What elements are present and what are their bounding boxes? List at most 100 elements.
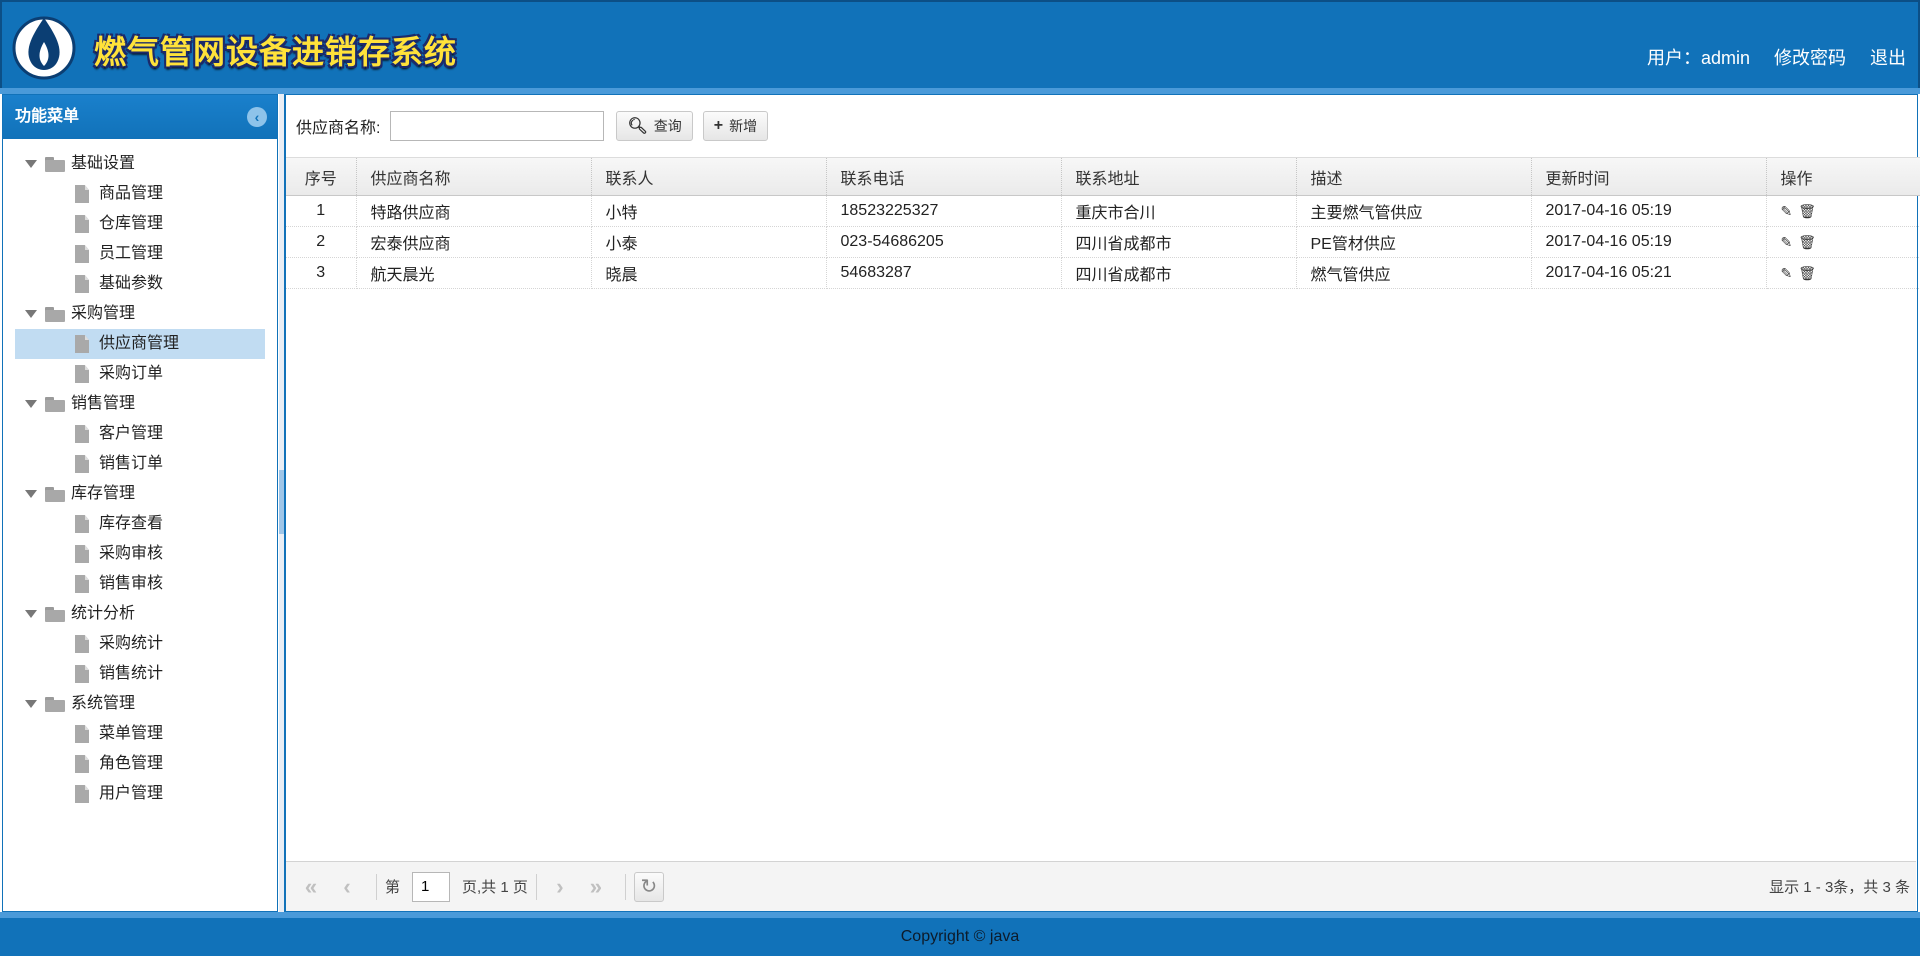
page-total: 页,共 1 页 — [462, 879, 528, 896]
caret-down-icon — [25, 610, 37, 618]
menu-item-label: 角色管理 — [99, 755, 164, 772]
file-icon — [75, 665, 89, 683]
column-header[interactable]: 联系人 — [591, 157, 827, 196]
change-password-link[interactable]: 修改密码 — [1774, 44, 1846, 70]
menu-item-purchase-audit[interactable]: 采购审核 — [3, 539, 277, 569]
menu-item-employee[interactable]: 员工管理 — [3, 239, 277, 269]
menu-item-label: 商品管理 — [99, 185, 164, 202]
sidebar: 功能菜单 ‹ 基础设置 商品管理 仓库管理 员工管理 基础参数 采购管理 供应商… — [2, 94, 278, 912]
column-header[interactable]: 操作 — [1766, 157, 1920, 196]
menu-item-label: 供应商管理 — [99, 335, 180, 352]
menu-group-purchase[interactable]: 采购管理 — [3, 299, 277, 329]
file-icon — [75, 335, 89, 353]
phone-cell: 023-54686205 — [826, 226, 1062, 258]
menu-item-sales-order[interactable]: 销售订单 — [3, 449, 277, 479]
file-icon — [75, 755, 89, 773]
column-header[interactable]: 联系地址 — [1061, 157, 1297, 196]
table-row[interactable]: 2 宏泰供应商 小泰 023-54686205 四川省成都市 PE管材供应 20… — [286, 226, 1920, 258]
menu-group-label: 系统管理 — [71, 695, 136, 712]
menu-item-label: 销售统计 — [99, 665, 164, 682]
pager-divider — [376, 873, 377, 900]
menu-item-label: 基础参数 — [99, 275, 164, 292]
page-number-input[interactable] — [412, 871, 451, 902]
menu-group-sales[interactable]: 销售管理 — [3, 389, 277, 419]
file-icon — [75, 455, 89, 473]
column-header[interactable]: 联系电话 — [826, 157, 1062, 196]
next-page-icon[interactable]: › — [545, 872, 575, 902]
menu-item-user-mgmt[interactable]: 用户管理 — [3, 779, 277, 809]
menu-item-label: 用户管理 — [99, 785, 164, 802]
menu-item-customer[interactable]: 客户管理 — [3, 419, 277, 449]
menu-item-menu-mgmt[interactable]: 菜单管理 — [3, 719, 277, 749]
refresh-icon[interactable]: ↻ — [633, 871, 664, 902]
menu-group-basic-settings[interactable]: 基础设置 — [3, 149, 277, 179]
table-row[interactable]: 3 航天晨光 晓晨 54683287 四川省成都市 燃气管供应 2017-04-… — [286, 257, 1920, 289]
file-icon — [75, 575, 89, 593]
column-header[interactable]: 序号 — [286, 157, 357, 196]
menu-item-supplier[interactable]: 供应商管理 — [15, 329, 265, 359]
menu-item-stock-view[interactable]: 库存查看 — [3, 509, 277, 539]
menu-item-warehouse[interactable]: 仓库管理 — [3, 209, 277, 239]
caret-down-icon — [25, 160, 37, 168]
menu-item-label: 销售审核 — [99, 575, 164, 592]
supplier-name-input[interactable] — [390, 111, 605, 141]
menu-group-system[interactable]: 系统管理 — [3, 689, 277, 719]
menu-item-label: 采购审核 — [99, 545, 164, 562]
folder-icon — [45, 396, 65, 412]
logout-link[interactable]: 退出 — [1870, 44, 1906, 70]
menu-item-label: 菜单管理 — [99, 725, 164, 742]
menu-group-label: 采购管理 — [71, 305, 136, 322]
supplier-name-cell: 航天晨光 — [356, 257, 592, 289]
edit-icon[interactable]: ✎ — [1781, 203, 1793, 220]
menu-item-purchase-stats[interactable]: 采购统计 — [3, 629, 277, 659]
trash-icon[interactable]: 🗑︎ — [1798, 234, 1816, 251]
supplier-table: 序号 供应商名称 联系人 联系电话 联系地址 描述 更新时间 操作 1 特路供应… — [286, 157, 1920, 289]
address-cell: 重庆市合川 — [1061, 195, 1297, 227]
menu-group-inventory[interactable]: 库存管理 — [3, 479, 277, 509]
trash-icon[interactable]: 🗑︎ — [1798, 265, 1816, 282]
file-icon — [75, 425, 89, 443]
row-number: 2 — [286, 226, 357, 258]
edit-icon[interactable]: ✎ — [1781, 234, 1793, 251]
menu-item-sales-stats[interactable]: 销售统计 — [3, 659, 277, 689]
column-header[interactable]: 描述 — [1296, 157, 1532, 196]
file-icon — [75, 245, 89, 263]
folder-icon — [45, 696, 65, 712]
menu-item-role-mgmt[interactable]: 角色管理 — [3, 749, 277, 779]
phone-cell: 18523225327 — [826, 195, 1062, 227]
caret-down-icon — [25, 400, 37, 408]
last-page-icon[interactable]: » — [581, 872, 611, 902]
column-header[interactable]: 更新时间 — [1531, 157, 1767, 196]
sidebar-header: 功能菜单 ‹ — [3, 95, 277, 139]
menu-tree: 基础设置 商品管理 仓库管理 员工管理 基础参数 采购管理 供应商管理 采购订单… — [3, 139, 277, 809]
copyright-text: Copyright © java — [900, 928, 1020, 945]
add-button[interactable]: + 新增 — [702, 111, 769, 141]
plus-icon: + — [713, 117, 724, 134]
prev-page-icon[interactable]: ‹ — [332, 872, 362, 902]
table-row[interactable]: 1 特路供应商 小特 18523225327 重庆市合川 主要燃气管供应 201… — [286, 195, 1920, 227]
user-label: 用户：admin — [1646, 48, 1750, 68]
address-cell: 四川省成都市 — [1061, 257, 1297, 289]
page-prefix: 第 — [385, 879, 401, 896]
file-icon — [75, 725, 89, 743]
edit-icon[interactable]: ✎ — [1781, 265, 1793, 282]
description-cell: 燃气管供应 — [1296, 257, 1532, 289]
menu-item-product[interactable]: 商品管理 — [3, 179, 277, 209]
supplier-name-cell: 宏泰供应商 — [356, 226, 592, 258]
menu-item-params[interactable]: 基础参数 — [3, 269, 277, 299]
file-icon — [75, 185, 89, 203]
app-title: 燃气管网设备进销存系统 — [94, 33, 458, 71]
column-header[interactable]: 供应商名称 — [356, 157, 592, 196]
menu-item-label: 员工管理 — [99, 245, 164, 262]
file-icon — [75, 515, 89, 533]
menu-item-sales-audit[interactable]: 销售审核 — [3, 569, 277, 599]
first-page-icon[interactable]: « — [296, 872, 326, 902]
collapse-left-icon[interactable]: ‹ — [247, 107, 267, 127]
menu-item-purchase-order[interactable]: 采购订单 — [3, 359, 277, 389]
contact-cell: 小泰 — [591, 226, 827, 258]
menu-item-label: 采购统计 — [99, 635, 164, 652]
trash-icon[interactable]: 🗑︎ — [1798, 203, 1816, 220]
menu-group-statistics[interactable]: 统计分析 — [3, 599, 277, 629]
file-icon — [75, 545, 89, 563]
query-button[interactable]: 🔍︎ 查询 — [616, 111, 693, 141]
